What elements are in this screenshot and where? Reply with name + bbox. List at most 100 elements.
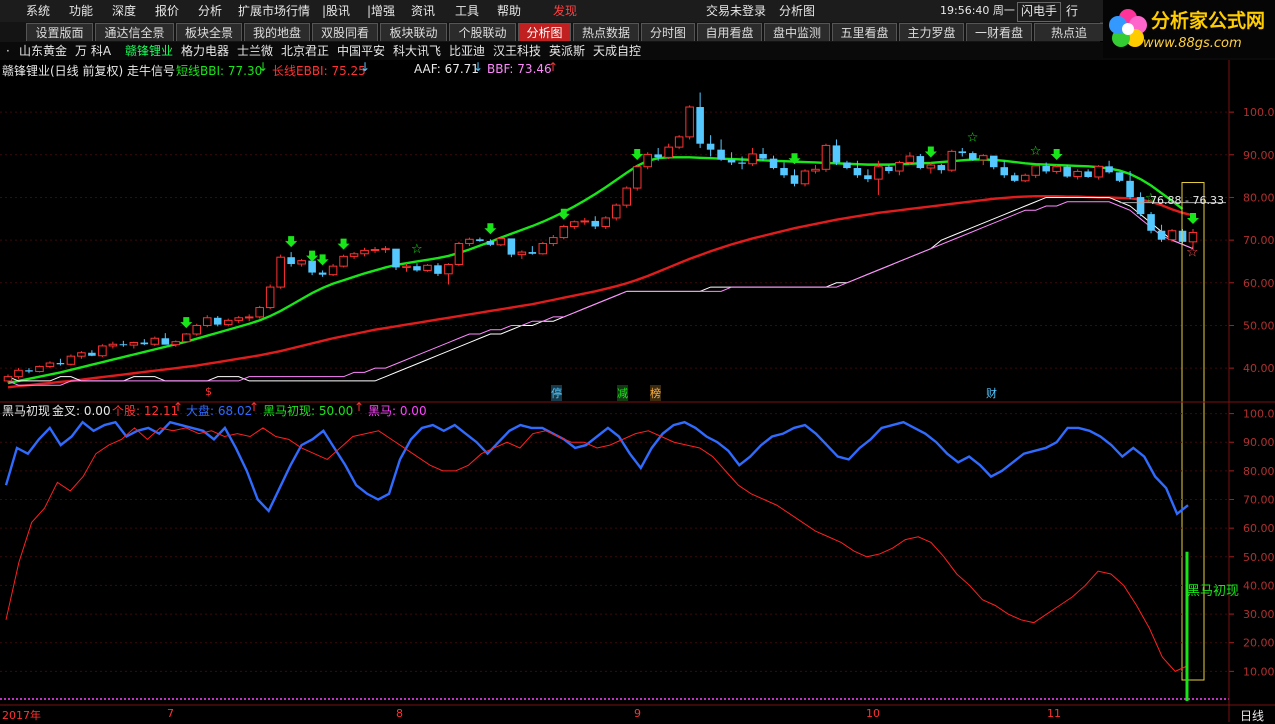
x-axis-label: 7 [167,707,174,720]
candle-body [318,272,327,275]
candle-body [56,363,65,365]
menu-item[interactable]: 功能 [69,2,93,20]
candle-body [1105,166,1113,173]
layout-tab[interactable]: 热点数据 [573,23,639,41]
layout-tab[interactable]: 一财看盘 [966,23,1032,41]
candle-body [643,153,652,168]
candle-body [1178,230,1187,242]
event-tag[interactable]: 减 [617,385,628,401]
candle-body [864,175,872,180]
candle-body [1136,197,1145,215]
stock-item[interactable]: 赣锋锂业 [125,42,173,60]
layout-tab[interactable]: 自用看盘 [697,23,762,41]
layout-tab[interactable]: 通达信全景 [95,23,174,41]
flash-trade-button[interactable]: 闪电手 [1017,2,1062,22]
stock-item[interactable]: 万 科A [75,42,111,60]
layout-tab[interactable]: 设置版面 [26,23,93,41]
menu-item[interactable]: 发现 [553,2,577,20]
candle-body [706,143,715,150]
y-tick-label: 70.00 [1243,234,1275,247]
view-name[interactable]: 分析图 [779,2,815,20]
y-tick-label: 10.00 [1243,665,1275,678]
menu-item[interactable]: 深度 [112,2,136,20]
y-tick-label: 30.00 [1243,608,1275,621]
event-tag[interactable]: 停 [551,385,562,401]
candle-body [664,146,673,158]
stock-item[interactable]: 科大讯飞 [393,42,441,60]
candle-body [674,136,684,148]
stock-item[interactable]: 中国平安 [337,42,385,60]
layout-tab[interactable]: 盘中监测 [764,23,830,41]
layout-tab[interactable]: 板块全景 [176,23,242,41]
star-icon: ☆ [1186,244,1199,260]
candle-body [528,252,537,254]
layout-tab[interactable]: 双股同看 [312,23,378,41]
up-arrow-icon: ↑ [354,400,365,414]
more-menu[interactable]: 行 [1066,2,1078,20]
sub-title: 黑马初现 [2,404,51,418]
stock-item[interactable]: 北京君正 [281,42,329,60]
menu-item[interactable]: 分析 [198,2,222,20]
candle-body [989,155,998,168]
candle-body [255,307,264,318]
layout-tab-bar: 设置版面 通达信全景 板块全景 我的地盘 双股同看 板块联动 个股联动 分析图 热点数据 分时图自… [0,22,1104,43]
candle-body [45,362,55,367]
menu-item[interactable]: 帮助 [497,2,521,20]
stock-item[interactable]: 英派斯 [549,42,585,60]
login-status[interactable]: 交易未登录 [706,2,766,20]
layout-tab[interactable]: 主力罗盘 [899,23,964,41]
candle-body [1000,167,1009,176]
candle-body [297,260,306,265]
layout-tab[interactable]: 分析图 [518,23,571,41]
candle-body [1094,165,1103,178]
candle-body [1126,180,1134,198]
bullet-icon: · [6,44,10,58]
candle-body [1063,166,1071,177]
down-arrow-icon: ↓ [473,60,484,74]
menu-item[interactable]: 工具 [455,2,479,20]
candle-body [3,376,13,382]
candle-body [685,106,694,138]
candle-body [1115,172,1124,181]
menu-item[interactable]: |增强 [367,2,395,20]
candle-body [958,151,967,154]
stock-item[interactable]: 士兰微 [237,42,273,60]
down-arrow-icon: ↓ [360,60,371,74]
candle-body [392,248,400,268]
layout-tab[interactable]: 五里看盘 [832,23,897,41]
stock-item[interactable]: 天成自控 [593,42,641,60]
event-tag[interactable]: 榜 [650,385,661,401]
stock-item[interactable]: 汉王科技 [493,42,541,60]
menu-item[interactable]: 扩展市场行情 [238,2,310,20]
candle-body [916,156,925,169]
layout-tab[interactable]: 个股联动 [449,23,516,41]
menu-item[interactable]: 系统 [26,2,50,20]
candle-body [1084,171,1092,177]
menu-item[interactable]: 资讯 [411,2,435,20]
event-tag[interactable]: 财 [986,385,997,401]
x-axis-label: 9 [634,707,641,720]
stock-item[interactable]: 格力电器 [181,42,229,60]
candle-body [717,149,725,160]
layout-tab[interactable]: 我的地盘 [244,23,310,41]
logo-title: 分析家公式网 [1151,10,1266,32]
up-arrow-icon: ↑ [249,400,260,414]
layout-tab[interactable]: 分时图 [641,23,695,41]
star-icon: ☆ [967,130,979,145]
candle-body [895,161,904,172]
layout-tab[interactable]: 板块联动 [380,23,447,41]
candle-body [538,243,548,255]
chart-area[interactable]: 40.00 50.00 60.00 70.00 80.00 90.00 100.00 ☆ ☆ ☆… [0,60,1275,722]
menu-item[interactable]: |股讯 [322,2,350,20]
stock-item[interactable]: 比亚迪 [449,42,485,60]
stock-item[interactable]: 山东黄金 [19,42,67,60]
layout-tab[interactable]: 热点追 [1034,23,1104,41]
candle-body [171,341,181,346]
y-tick-label: 20.00 [1243,637,1275,650]
event-tag[interactable]: $ [205,385,212,398]
candle-body [821,144,831,170]
candle-body [98,345,107,357]
period-label[interactable]: 日线 [1240,707,1264,724]
candle-body [413,266,421,271]
menu-item[interactable]: 报价 [155,2,179,20]
